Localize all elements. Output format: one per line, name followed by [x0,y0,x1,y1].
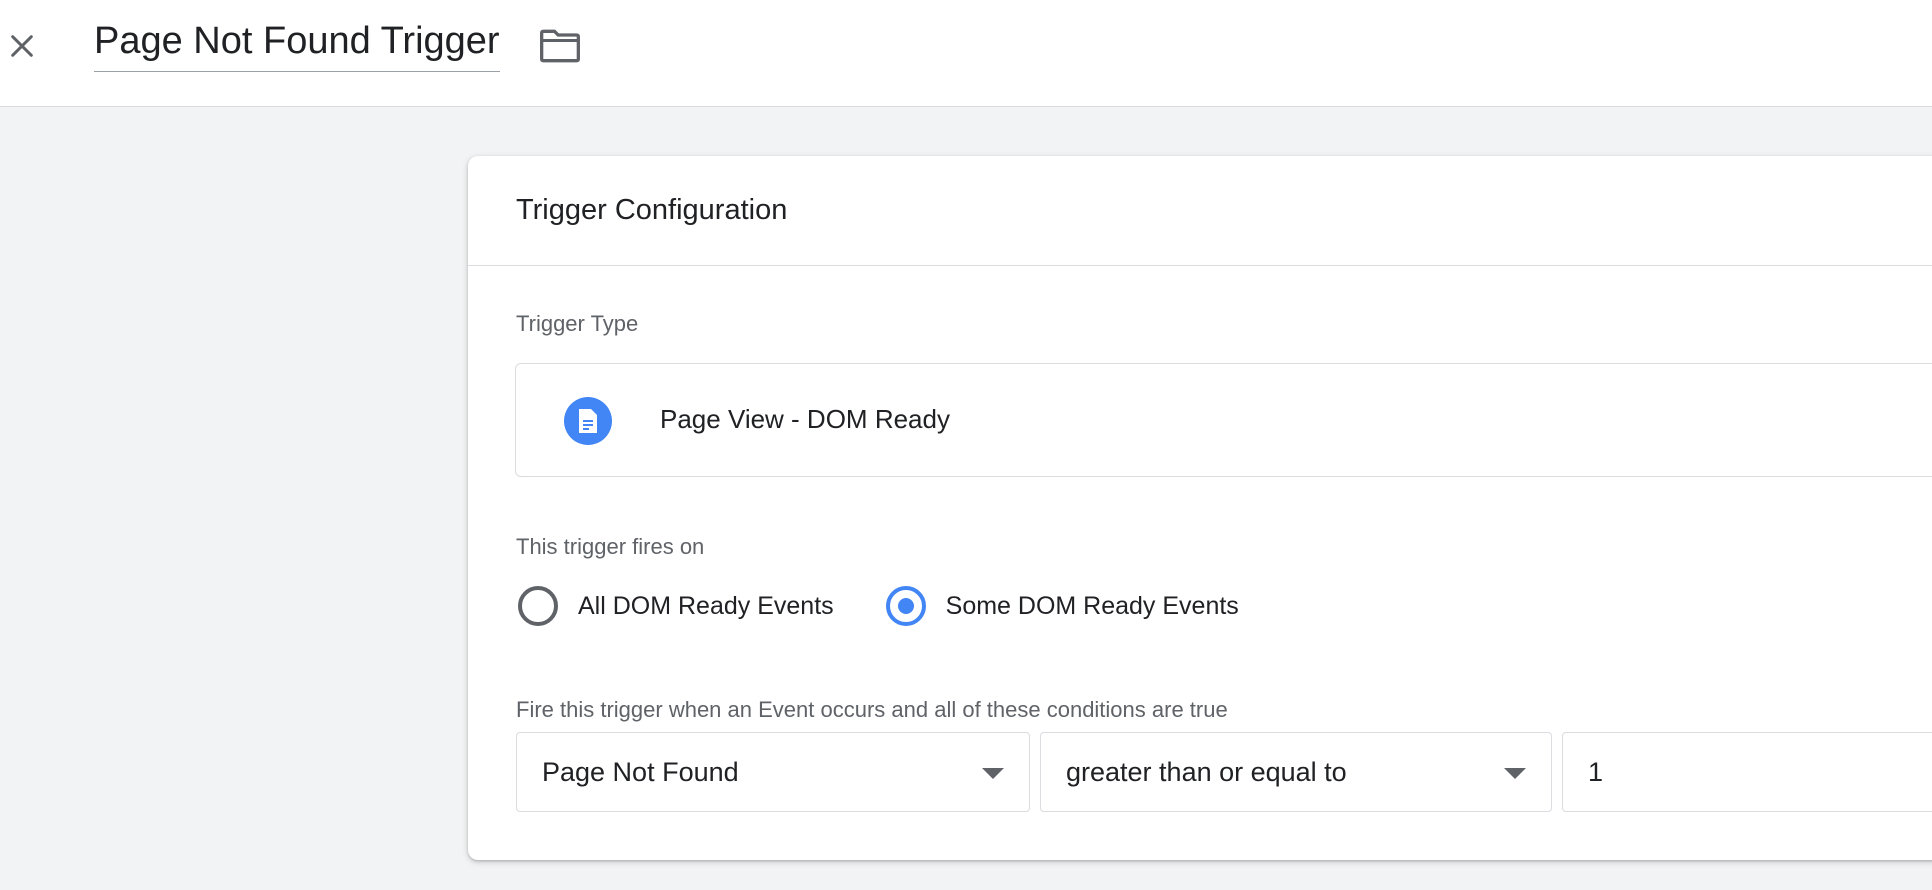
variable-select-value: Page Not Found [542,756,739,787]
operator-select[interactable]: greater than or equal to [1040,732,1552,812]
trigger-configuration-card: Trigger Configuration Trigger Type Page … [468,156,1932,860]
card-title: Trigger Configuration [516,194,788,226]
radio-label: Some DOM Ready Events [945,591,1239,620]
folder-button[interactable] [536,24,584,68]
radio-button-checked[interactable] [885,586,926,626]
trigger-type-name: Page View - DOM Ready [660,404,950,434]
fires-on-label: This trigger fires on [516,534,705,559]
radio-some-dom-ready-events[interactable]: Some DOM Ready Events [885,586,1239,626]
radio-all-dom-ready-events[interactable]: All DOM Ready Events [518,586,834,626]
chevron-down-icon [982,768,1004,779]
close-button[interactable] [0,24,44,68]
folder-icon [540,29,580,63]
variable-select[interactable]: Page Not Found [516,732,1030,812]
editor-header: Page Not Found Trigger [0,0,1932,107]
operator-select-value: greater than or equal to [1066,756,1347,787]
condition-row: Page Not Found greater than or equal to … [516,732,1932,812]
trigger-name-input[interactable]: Page Not Found Trigger [94,20,500,72]
radio-label: All DOM Ready Events [578,591,834,620]
document-icon [564,397,612,445]
fires-on-radio-group: All DOM Ready Events Some DOM Ready Even… [518,586,1291,626]
condition-value-input[interactable]: 1 [1562,732,1932,812]
radio-button-unchecked[interactable] [518,586,558,626]
close-icon [11,35,33,57]
conditions-label: Fire this trigger when an Event occurs a… [516,697,1228,722]
card-header: Trigger Configuration [468,156,1932,266]
trigger-type-selector[interactable]: Page View - DOM Ready [515,363,1932,477]
trigger-type-label: Trigger Type [516,311,639,336]
chevron-down-icon [1504,768,1526,779]
